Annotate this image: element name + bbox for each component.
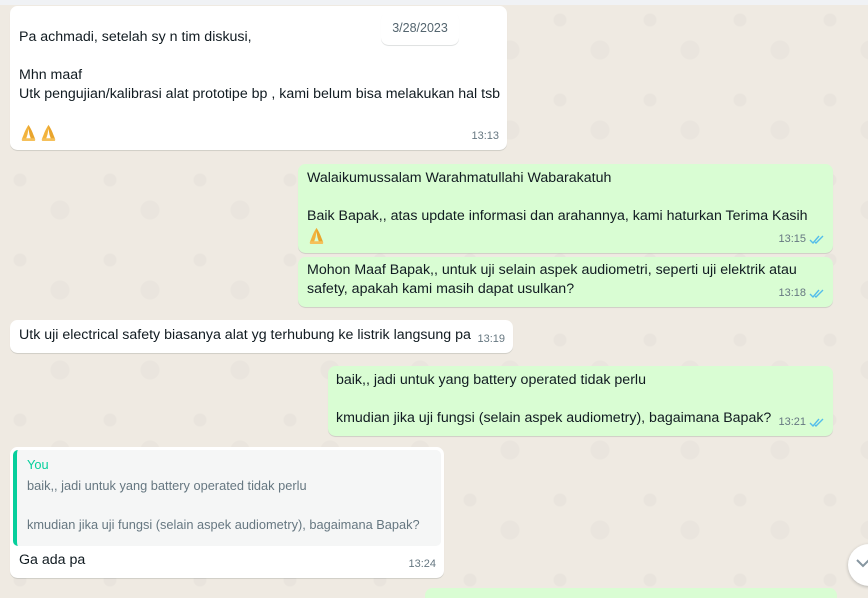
message-text: Ga ada pa (19, 552, 86, 568)
message-outgoing-partial[interactable] (425, 588, 837, 598)
message-outgoing[interactable]: baik,, jadi untuk yang battery operated … (328, 366, 833, 436)
message-meta: 13:15 (778, 230, 825, 249)
message-meta: 13:21 (778, 413, 825, 432)
message-text: Walaikumussalam Warahmatullahi Wabarakat… (307, 170, 808, 224)
message-meta: 13:18 (778, 284, 825, 303)
message-incoming[interactable]: Utk uji electrical safety biasanya alat … (10, 320, 513, 353)
message-incoming[interactable]: You baik,, jadi untuk yang battery opera… (10, 447, 444, 578)
folded-hands-emoji (309, 227, 324, 245)
double-check-icon (809, 418, 824, 428)
chevron-down-icon (856, 559, 868, 568)
message-outgoing[interactable]: Walaikumussalam Warahmatullahi Wabarakat… (298, 164, 833, 253)
message-text: Utk uji electrical safety biasanya alat … (19, 327, 471, 343)
header-edge (0, 0, 868, 5)
message-meta: 13:24 (408, 555, 436, 574)
message-time: 13:21 (778, 416, 806, 428)
emoji-row (19, 123, 59, 145)
double-check-icon (809, 235, 824, 245)
quoted-text: baik,, jadi untuk yang battery operated … (27, 478, 420, 532)
message-time: 13:15 (778, 233, 806, 245)
folded-hands-emoji (41, 124, 56, 142)
message-time: 13:19 (477, 333, 505, 345)
message-time: 13:18 (778, 287, 806, 299)
quoted-author: You (27, 457, 49, 472)
folded-hands-emoji (21, 124, 36, 142)
message-text: Mohon Maaf Bapak,, untuk uji selain aspe… (307, 262, 801, 297)
date-chip: 3/28/2023 (381, 12, 459, 45)
message-text: baik,, jadi untuk yang battery operated … (336, 372, 772, 426)
message-outgoing[interactable]: Mohon Maaf Bapak,, untuk uji selain aspe… (298, 257, 833, 307)
message-meta: 13:13 (471, 127, 499, 146)
message-time: 13:13 (471, 130, 499, 142)
quoted-message[interactable]: You baik,, jadi untuk yang battery opera… (13, 450, 441, 546)
message-time: 13:24 (408, 558, 436, 570)
message-meta: 13:19 (477, 330, 505, 349)
double-check-icon (809, 289, 824, 299)
